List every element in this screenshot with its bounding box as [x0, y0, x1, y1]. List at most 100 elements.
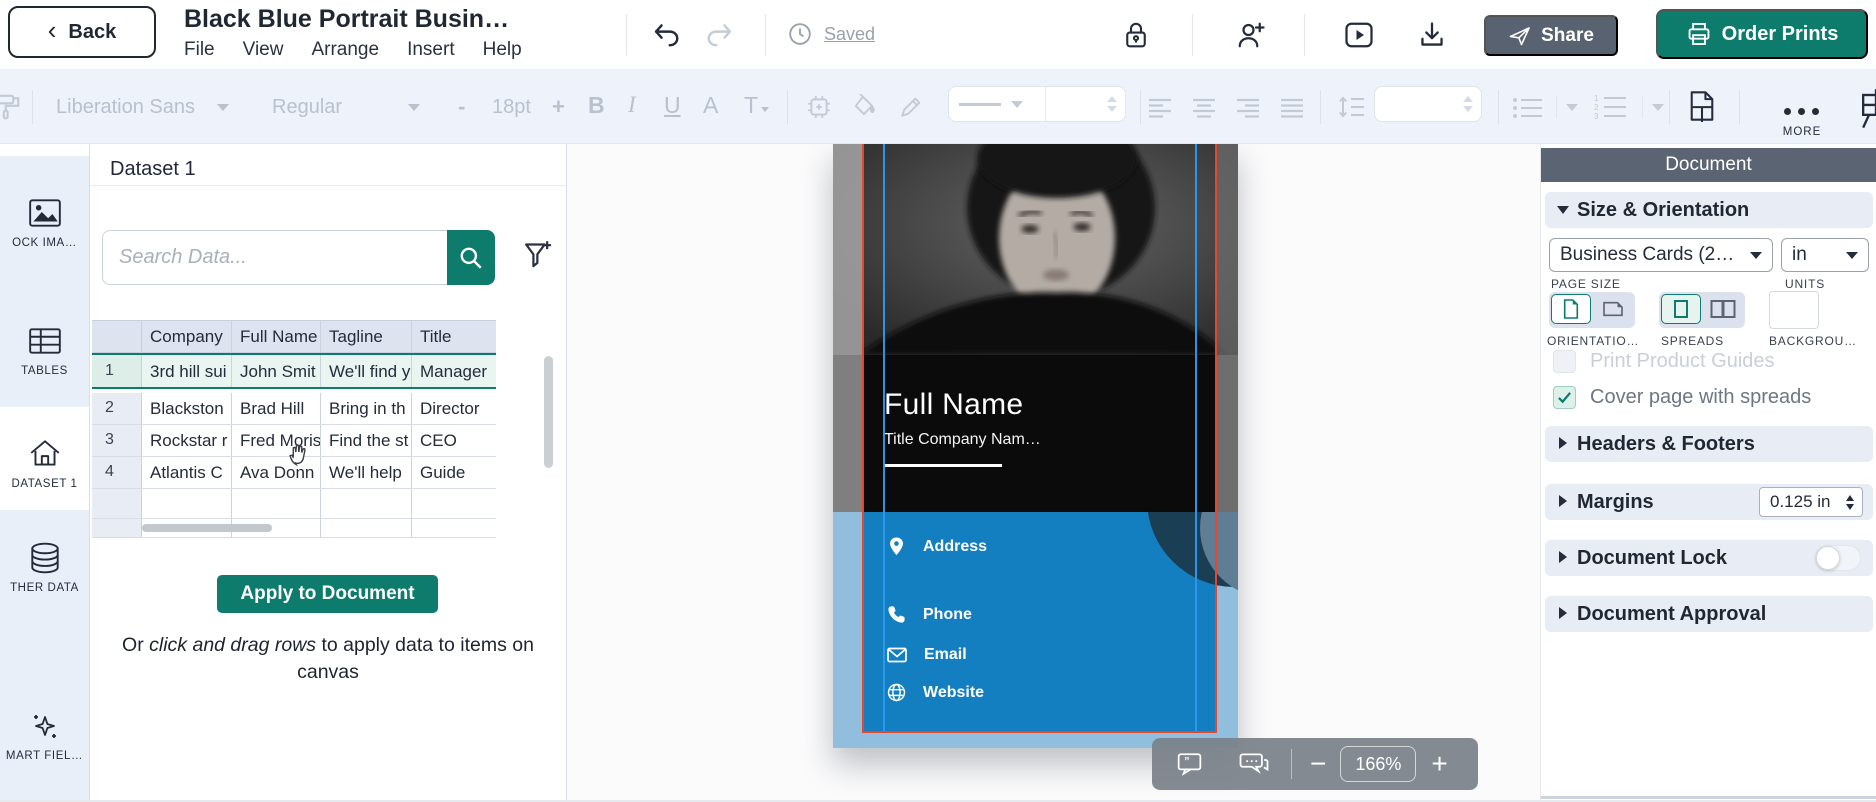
- column-header[interactable]: Company: [142, 321, 232, 352]
- card-blue-section[interactable]: Address Phone Email Website: [833, 512, 1238, 748]
- search-input[interactable]: [102, 230, 447, 285]
- sidebar-item-stock-images[interactable]: OCK IMA…: [0, 195, 89, 249]
- step-down-icon[interactable]: [1107, 106, 1117, 112]
- search-button[interactable]: [447, 230, 495, 285]
- orientation-portrait-button[interactable]: [1551, 294, 1591, 324]
- more-label[interactable]: MORE: [1772, 126, 1832, 138]
- add-collaborator-icon[interactable]: [1236, 20, 1266, 50]
- align-justify-icon[interactable]: [1280, 98, 1306, 118]
- cell[interactable]: Ava Donn: [232, 457, 321, 488]
- cell[interactable]: Bring in th: [321, 393, 412, 424]
- column-header[interactable]: Title: [412, 321, 496, 352]
- cell[interactable]: Fred Moris: [232, 425, 321, 456]
- portrait-photo[interactable]: [833, 144, 1238, 355]
- more-options-button[interactable]: [1784, 108, 1819, 115]
- step-up-icon[interactable]: [1846, 495, 1854, 501]
- line-spacing-input[interactable]: [1374, 86, 1482, 122]
- fill-color-icon[interactable]: [852, 94, 878, 120]
- section-document-approval[interactable]: Document Approval: [1545, 596, 1873, 632]
- card-black-section[interactable]: Full Name Title Company Nam…: [833, 355, 1238, 512]
- text-color-button[interactable]: A: [703, 92, 718, 119]
- undo-button[interactable]: [652, 21, 682, 49]
- numbered-list-icon[interactable]: 123: [1594, 94, 1628, 120]
- redo-button[interactable]: [704, 21, 734, 49]
- font-family-select[interactable]: Liberation Sans: [56, 96, 229, 119]
- spreads-single-button[interactable]: [1661, 294, 1701, 324]
- cell[interactable]: 3rd hill sui: [142, 355, 232, 387]
- line-weight-input[interactable]: [1046, 96, 1125, 112]
- card-full-name[interactable]: Full Name: [884, 388, 1217, 422]
- table-vertical-scrollbar[interactable]: [544, 356, 553, 468]
- table-row-selected[interactable]: 1 3rd hill sui John Smit We'll find y Ma…: [92, 353, 496, 389]
- bullet-list-icon[interactable]: [1512, 96, 1544, 120]
- cell[interactable]: Guide: [412, 457, 496, 488]
- lock-icon[interactable]: [1122, 20, 1150, 50]
- margins-input[interactable]: 0.125 in: [1759, 487, 1863, 517]
- cell[interactable]: Brad Hill: [232, 393, 321, 424]
- orientation-landscape-button[interactable]: [1593, 294, 1633, 324]
- download-button[interactable]: [1418, 21, 1446, 49]
- menu-arrange[interactable]: Arrange: [311, 39, 379, 61]
- panel-bottom-scrollbar[interactable]: [1541, 796, 1876, 799]
- print-guides-checkbox[interactable]: [1553, 350, 1576, 373]
- cover-spreads-checkbox[interactable]: [1553, 386, 1576, 409]
- cell[interactable]: CEO: [412, 425, 496, 456]
- align-center-icon[interactable]: [1192, 98, 1218, 118]
- font-size-decrease[interactable]: -: [458, 94, 465, 120]
- step-down-icon[interactable]: [1463, 106, 1473, 112]
- units-select[interactable]: in: [1781, 238, 1869, 272]
- table-row[interactable]: 3 Rockstar r Fred Moris Find the st CEO: [92, 425, 496, 457]
- sidebar-item-smart-fields[interactable]: MART FIEL…: [0, 710, 89, 762]
- background-color-swatch[interactable]: [1769, 291, 1819, 329]
- column-header[interactable]: Full Name: [232, 321, 321, 352]
- font-size-value[interactable]: 18pt: [492, 96, 531, 119]
- underline-button[interactable]: U: [664, 92, 681, 119]
- data-merge-page-icon[interactable]: [1688, 90, 1716, 122]
- cell[interactable]: Atlantis C: [142, 457, 232, 488]
- zoom-level-value[interactable]: 166%: [1340, 746, 1416, 782]
- step-up-icon[interactable]: [1107, 96, 1117, 102]
- share-button[interactable]: Share: [1484, 15, 1618, 56]
- step-up-icon[interactable]: [1463, 96, 1473, 102]
- section-size-orientation[interactable]: Size & Orientation: [1545, 192, 1873, 228]
- filter-button[interactable]: [522, 238, 554, 272]
- card-contact-box[interactable]: Address Phone Email Website: [862, 512, 1217, 733]
- sidebar-item-dataset-1[interactable]: DATASET 1: [0, 436, 89, 490]
- cell[interactable]: Find the st: [321, 425, 412, 456]
- pencil-icon[interactable]: [898, 94, 924, 120]
- page-size-select[interactable]: Business Cards (2…: [1549, 238, 1773, 272]
- menu-view[interactable]: View: [243, 39, 284, 61]
- line-style-select[interactable]: [949, 101, 1045, 108]
- zoom-in-button[interactable]: +: [1431, 750, 1447, 778]
- font-size-increase[interactable]: +: [552, 94, 565, 120]
- card-title-company[interactable]: Title Company Nam…: [884, 431, 1217, 449]
- saved-link[interactable]: Saved: [824, 24, 875, 45]
- section-headers-footers[interactable]: Headers & Footers: [1545, 426, 1873, 462]
- table-row[interactable]: 4 Atlantis C Ava Donn We'll help Guide: [92, 457, 496, 489]
- line-spacing-icon[interactable]: [1338, 94, 1366, 120]
- bold-button[interactable]: B: [588, 92, 605, 119]
- spreads-double-button[interactable]: [1703, 294, 1743, 324]
- cell[interactable]: John Smit: [232, 355, 321, 387]
- contact-email[interactable]: Email: [887, 646, 967, 664]
- table-row-empty[interactable]: [92, 489, 496, 519]
- back-button[interactable]: ‹ Back: [8, 6, 156, 58]
- italic-button[interactable]: I: [628, 92, 636, 118]
- cell[interactable]: We'll help: [321, 457, 412, 488]
- comments-button[interactable]: [1239, 751, 1269, 778]
- align-right-icon[interactable]: [1236, 98, 1262, 118]
- cell[interactable]: Rockstar r: [142, 425, 232, 456]
- present-video-button[interactable]: [1344, 21, 1374, 49]
- contact-address[interactable]: Address: [887, 536, 987, 558]
- cell[interactable]: Manager: [412, 355, 496, 387]
- format-paint-icon[interactable]: [0, 92, 22, 122]
- menu-file[interactable]: File: [184, 39, 215, 61]
- column-header[interactable]: Tagline: [321, 321, 412, 352]
- document-lock-toggle[interactable]: [1815, 545, 1861, 571]
- sidebar-item-tables[interactable]: TABLES: [0, 323, 89, 377]
- step-down-icon[interactable]: [1846, 504, 1854, 510]
- zoom-out-button[interactable]: −: [1310, 750, 1326, 778]
- easel-icon[interactable]: [1858, 88, 1876, 130]
- menu-insert[interactable]: Insert: [407, 39, 455, 61]
- sidebar-item-other-data[interactable]: THER DATA: [0, 540, 89, 594]
